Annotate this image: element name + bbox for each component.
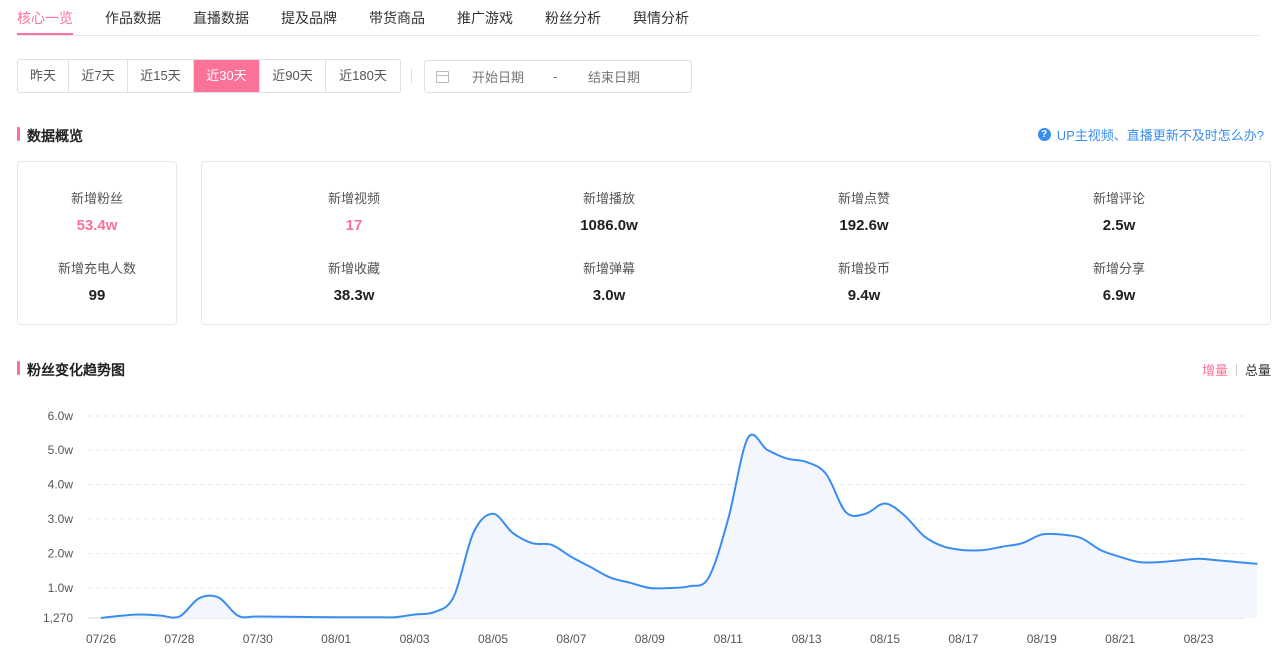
date-range-picker[interactable]: - xyxy=(424,60,692,93)
range-90-days[interactable]: 近90天 xyxy=(260,60,326,92)
stat-new-shares: 新增分享 6.9w xyxy=(1044,258,1194,304)
x-tick-label: 08/01 xyxy=(321,632,351,646)
y-tick-label: 4.0w xyxy=(48,478,74,492)
x-tick-label: 08/17 xyxy=(948,632,978,646)
x-tick-label: 08/09 xyxy=(635,632,665,646)
stat-label: 新增弹幕 xyxy=(582,261,635,276)
x-tick-label: 08/05 xyxy=(478,632,508,646)
range-yesterday[interactable]: 昨天 xyxy=(18,60,69,92)
toggle-divider xyxy=(1235,363,1237,376)
stat-label: 新增播放 xyxy=(582,191,635,206)
fans-summary-card: 新增粉丝 53.4w 新增充电人数 99 xyxy=(17,161,177,325)
stat-label: 新增分享 xyxy=(1092,261,1145,276)
tab-fans-analysis[interactable]: 粉丝分析 xyxy=(545,8,601,28)
active-tab-indicator xyxy=(17,33,73,35)
section-marker xyxy=(17,127,20,141)
x-tick-label: 08/07 xyxy=(556,632,586,646)
content-summary-card: 新增视频 17 新增播放 1086.0w 新增点赞 192.6w 新增评论 2.… xyxy=(201,161,1271,325)
stat-new-plays: 新增播放 1086.0w xyxy=(534,188,684,234)
stat-new-videos: 新增视频 17 xyxy=(279,188,429,234)
x-tick-label: 08/03 xyxy=(400,632,430,646)
tab-works-data[interactable]: 作品数据 xyxy=(105,8,161,28)
y-tick-label: 2.0w xyxy=(48,547,74,561)
stat-value: 9.4w xyxy=(847,287,881,304)
x-tick-label: 08/19 xyxy=(1027,632,1057,646)
stat-label: 新增收藏 xyxy=(327,261,380,276)
stat-value: 192.6w xyxy=(839,217,889,234)
tab-core-overview[interactable]: 核心一览 xyxy=(17,8,73,28)
stat-new-comments: 新增评论 2.5w xyxy=(1044,188,1194,234)
stat-new-favorites: 新增收藏 38.3w xyxy=(279,258,429,304)
x-tick-label: 07/28 xyxy=(164,632,194,646)
toggle-increment[interactable]: 增量 xyxy=(1202,360,1228,379)
y-tick-label: 6.0w xyxy=(48,409,74,423)
range-180-days[interactable]: 近180天 xyxy=(326,60,400,92)
toggle-total[interactable]: 总量 xyxy=(1245,360,1271,379)
stat-label: 新增视频 xyxy=(327,191,380,206)
stat-value: 6.9w xyxy=(1102,287,1136,304)
tab-live-data[interactable]: 直播数据 xyxy=(193,8,249,28)
stat-value: 1086.0w xyxy=(580,217,638,234)
question-circle-icon: ? xyxy=(1037,128,1051,141)
tab-brand-mentions[interactable]: 提及品牌 xyxy=(281,8,337,28)
x-tick-label: 08/11 xyxy=(714,632,743,646)
y-tick-label: 5.0w xyxy=(48,443,74,457)
update-help-text: UP主视频、直播更新不及时怎么办? xyxy=(1056,128,1264,143)
tab-sentiment-analysis[interactable]: 舆情分析 xyxy=(633,8,689,28)
x-tick-label: 07/30 xyxy=(243,632,273,646)
divider xyxy=(411,69,412,83)
stat-label: 新增点赞 xyxy=(837,191,890,206)
fans-trend-chart: 1,270 1.0w 2.0w 3.0w 4.0w 5.0w 6.0w 07/26 07/28 0… xyxy=(43,409,1258,646)
stat-value: 3.0w xyxy=(592,287,626,304)
top-tab-bar: 核心一览 作品数据 直播数据 提及品牌 带货商品 推广游戏 粉丝分析 舆情分析 xyxy=(17,0,1259,36)
section-marker xyxy=(17,361,20,375)
y-tick-label: 1,270 xyxy=(43,611,73,625)
stat-new-danmaku: 新增弹幕 3.0w xyxy=(534,258,684,304)
stat-value: 2.5w xyxy=(1102,217,1136,234)
y-tick-label: 3.0w xyxy=(48,512,74,526)
y-tick-label: 1.0w xyxy=(48,581,74,595)
stat-value: 53.4w xyxy=(76,217,118,234)
x-tick-label: 08/13 xyxy=(792,632,822,646)
range-7-days[interactable]: 近7天 xyxy=(69,60,128,92)
date-separator: - xyxy=(553,69,558,84)
tab-products[interactable]: 带货商品 xyxy=(369,8,425,28)
calendar-icon xyxy=(436,71,449,83)
range-15-days[interactable]: 近15天 xyxy=(128,60,194,92)
stat-label: 新增粉丝 xyxy=(70,191,123,206)
x-tick-label: 08/15 xyxy=(870,632,900,646)
start-date-input[interactable] xyxy=(472,70,552,85)
stat-label: 新增投币 xyxy=(837,261,890,276)
x-tick-label: 08/21 xyxy=(1105,632,1135,646)
stat-value: 99 xyxy=(88,287,106,304)
tab-games[interactable]: 推广游戏 xyxy=(457,8,513,28)
overview-title: 数据概览 xyxy=(27,128,83,144)
stat-label: 新增评论 xyxy=(1092,191,1145,206)
range-30-days[interactable]: 近30天 xyxy=(194,60,260,92)
stat-value: 38.3w xyxy=(333,287,375,304)
stat-value: 17 xyxy=(345,217,363,234)
stat-new-chargers: 新增充电人数 99 xyxy=(22,258,172,304)
series-area-fill xyxy=(101,434,1258,618)
stat-new-coins: 新增投币 9.4w xyxy=(789,258,939,304)
date-range-selector: 昨天 近7天 近15天 近30天 近90天 近180天 xyxy=(17,59,401,93)
x-tick-label: 07/26 xyxy=(86,632,116,646)
update-help-link[interactable]: ? UP主视频、直播更新不及时怎么办? xyxy=(1037,125,1264,144)
end-date-input[interactable] xyxy=(588,70,668,85)
trend-title: 粉丝变化趋势图 xyxy=(27,362,125,378)
x-tick-label: 08/23 xyxy=(1184,632,1214,646)
stat-new-likes: 新增点赞 192.6w xyxy=(789,188,939,234)
stat-new-fans: 新增粉丝 53.4w xyxy=(22,188,172,234)
stat-label: 新增充电人数 xyxy=(57,261,136,276)
trend-mode-toggle: 增量 总量 xyxy=(1202,360,1271,379)
